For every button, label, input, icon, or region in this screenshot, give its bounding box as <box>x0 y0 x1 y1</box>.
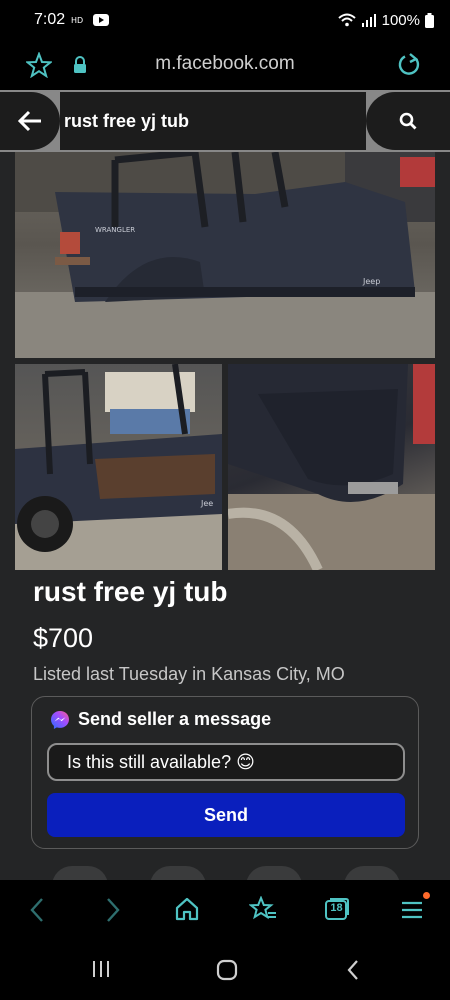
arrow-left-icon <box>17 110 41 132</box>
status-time: 7:02 <box>34 11 66 28</box>
notification-dot <box>423 892 430 899</box>
status-bar: 7:02 HD 100% <box>0 0 450 40</box>
search-button[interactable] <box>366 92 450 150</box>
tab-count: 18 <box>330 902 343 914</box>
browser-url-bar: m.facebook.com <box>0 40 450 90</box>
messenger-icon <box>51 710 69 729</box>
jeep-tub-side-image: WRANGLER Jeep <box>15 152 435 358</box>
photo-text-jee: Jee <box>200 499 213 508</box>
battery-percent: 100% <box>381 11 420 29</box>
browser-back-icon[interactable] <box>28 896 46 924</box>
system-navigation-bar <box>0 942 450 1000</box>
message-heading: Send seller a message <box>78 709 272 729</box>
system-back-icon[interactable] <box>345 958 361 982</box>
send-button[interactable]: Send <box>47 793 405 837</box>
photo-text-wrangler: WRANGLER <box>95 226 135 234</box>
action-buttons-row <box>0 866 450 880</box>
back-button[interactable] <box>0 92 60 150</box>
signal-icon <box>361 14 376 27</box>
browser-forward-icon[interactable] <box>104 896 122 924</box>
listing-title: rust free yj tub <box>33 576 228 607</box>
menu-button[interactable] <box>400 892 430 922</box>
bookmarks-icon[interactable] <box>249 896 277 922</box>
listing-photo-fender[interactable] <box>228 364 435 570</box>
battery-icon <box>425 12 434 28</box>
wifi-icon <box>337 13 356 27</box>
home-icon[interactable] <box>174 896 200 922</box>
menu-icon <box>402 901 422 919</box>
listing-photo-main[interactable]: WRANGLER Jeep <box>15 152 435 358</box>
tabs-button[interactable]: 18 <box>324 897 350 921</box>
photo-text-jeep: Jeep <box>362 277 380 286</box>
hd-voice-icon: HD <box>71 16 83 25</box>
search-header: rust free yj tub <box>0 90 450 152</box>
browser-toolbar: 18 <box>0 880 450 942</box>
jeep-interior-image: Jee <box>15 364 222 570</box>
status-notification-icons: HD <box>71 13 110 27</box>
listing-location-time: Listed last Tuesday in Kansas City, MO <box>33 664 345 684</box>
reload-icon[interactable] <box>396 52 422 78</box>
action-button-2[interactable] <box>150 866 206 880</box>
action-button-3[interactable] <box>246 866 302 880</box>
url-text[interactable]: m.facebook.com <box>0 53 450 75</box>
youtube-icon <box>93 14 110 26</box>
listing-price: $700 <box>33 623 94 653</box>
message-seller-card: Send seller a message Is this still avai… <box>31 696 419 849</box>
action-button-1[interactable] <box>52 866 108 880</box>
jeep-fender-closeup-image <box>228 364 435 570</box>
home-button-icon[interactable] <box>215 958 239 982</box>
svg-text:HD: HD <box>71 16 83 25</box>
message-input[interactable]: Is this still available? 😊 <box>47 743 405 781</box>
listing-photo-interior[interactable]: Jee <box>15 364 222 570</box>
marketplace-page: rust free yj tub WRANGLER Jeep Jee rust … <box>0 90 450 880</box>
action-button-4[interactable] <box>344 866 400 880</box>
message-card-header: Send seller a message <box>50 709 271 730</box>
search-icon <box>399 112 417 130</box>
recent-apps-icon[interactable] <box>90 958 112 980</box>
status-right: 100% <box>337 11 434 29</box>
search-input[interactable]: rust free yj tub <box>60 92 366 150</box>
